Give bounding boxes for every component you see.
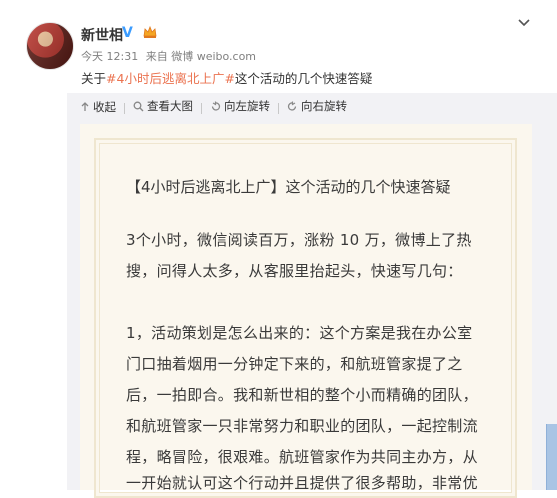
chevron-down-icon[interactable] xyxy=(517,18,531,28)
document-line: 程，略冒险，很艰难。航班管家作为共同主办方，从 xyxy=(126,448,478,466)
post-time[interactable]: 今天 12:31 xyxy=(81,50,138,63)
view-large-button[interactable]: 查看大图 xyxy=(133,98,193,114)
scrollbar[interactable] xyxy=(546,424,557,490)
hashtag-link[interactable]: #4小时后逃离北上广# xyxy=(106,71,235,86)
collapse-label: 收起 xyxy=(93,99,116,114)
rotate-right-icon xyxy=(287,101,297,111)
username[interactable]: 新世相 xyxy=(81,25,123,45)
collapse-button[interactable]: 收起 xyxy=(80,99,116,115)
toolbar-divider xyxy=(201,102,202,114)
verified-icon: V xyxy=(122,25,133,41)
document-line: 门口抽着烟用一分钟定下来的，和航班管家提了之 xyxy=(126,355,463,373)
search-icon xyxy=(133,101,144,111)
document-title: 【4小时后逃离北上广】这个活动的几个快速答疑 xyxy=(126,178,451,196)
post-suffix: 这个活动的几个快速答疑 xyxy=(234,71,373,86)
image-toolbar: 收起 查看大图 向左旋转 向右旋转 xyxy=(80,98,355,114)
document-line: 1，活动策划是怎么出来的：这个方案是我在办公室 xyxy=(126,324,473,342)
post-meta: 今天 12:31 来自 微博 weibo.com xyxy=(81,48,260,64)
post-text: 关于#4小时后逃离北上广#这个活动的几个快速答疑 xyxy=(81,68,372,87)
rotate-right-label: 向右旋转 xyxy=(301,99,347,113)
rotate-left-label: 向左旋转 xyxy=(224,99,270,113)
rotate-right-button[interactable]: 向右旋转 xyxy=(287,98,347,114)
post-source[interactable]: 来自 微博 weibo.com xyxy=(146,50,256,63)
post-prefix: 关于 xyxy=(81,71,107,86)
collapse-icon xyxy=(81,101,89,111)
document-line: 和航班管家一只非常努力和职业的团队，一起控制流 xyxy=(126,417,478,435)
document-line: 后，一拍即合。我和新世相的整个小而精确的团队， xyxy=(126,386,478,404)
toolbar-divider xyxy=(124,102,125,114)
crown-icon xyxy=(143,25,157,38)
view-large-label: 查看大图 xyxy=(147,99,193,113)
document-line: 3个小时，微信阅读百万，涨粉 10 万，微博上了热 xyxy=(126,231,472,249)
rotate-left-icon xyxy=(211,101,221,111)
toolbar-divider xyxy=(278,102,279,114)
document-line: 搜，问得人太多，从客服里抬起头，快速写几句： xyxy=(126,262,463,280)
rotate-left-button[interactable]: 向左旋转 xyxy=(210,98,270,114)
avatar[interactable] xyxy=(26,22,74,70)
